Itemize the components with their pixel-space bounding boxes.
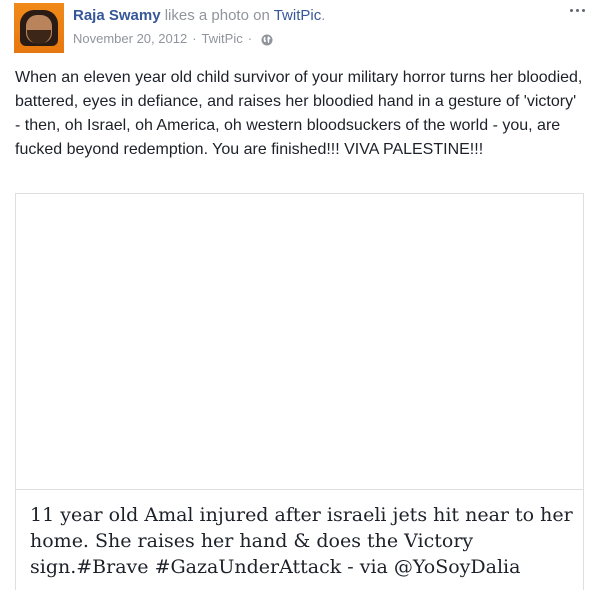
meta-separator: · xyxy=(192,31,197,46)
globe-icon[interactable] xyxy=(261,33,273,46)
photo-placeholder[interactable] xyxy=(16,194,583,489)
author-avatar[interactable] xyxy=(14,3,64,53)
card-divider xyxy=(16,489,583,490)
feed-story: Raja Swamy likes a photo on TwitPic. Nov… xyxy=(0,0,597,590)
post-message: When an eleven year old child survivor o… xyxy=(15,69,583,158)
author-name-link[interactable]: Raja Swamy xyxy=(73,7,161,24)
meta-separator: · xyxy=(247,31,253,46)
post-timestamp-link[interactable]: November 20, 2012 xyxy=(73,30,187,48)
photo-caption: 11 year old Amal injured after israeli j… xyxy=(30,504,573,578)
story-action-text: likes a photo on xyxy=(160,7,274,24)
shared-photo-card[interactable]: 11 year old Amal injured after israeli j… xyxy=(15,193,584,590)
via-app-link[interactable]: TwitPic xyxy=(202,30,243,48)
story-header: Raja Swamy likes a photo on TwitPic. xyxy=(73,6,325,26)
header-period: . xyxy=(321,7,326,24)
more-options-icon[interactable] xyxy=(566,2,588,18)
story-meta: November 20, 2012 · TwitPic · xyxy=(73,30,273,48)
source-link[interactable]: TwitPic xyxy=(274,7,322,24)
